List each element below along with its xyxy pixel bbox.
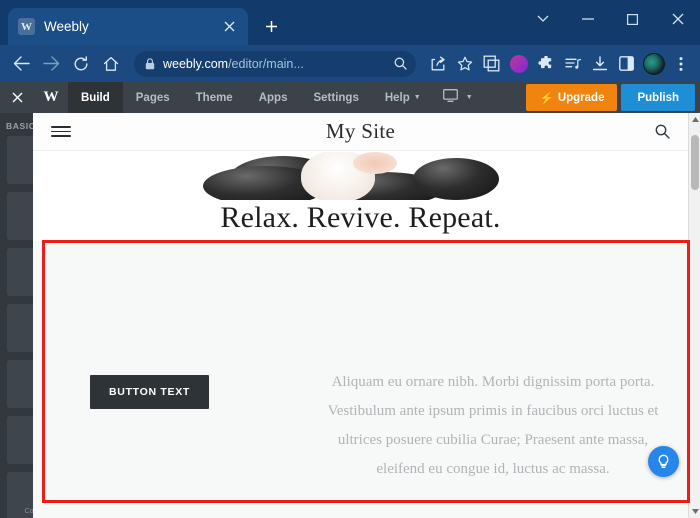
upgrade-button[interactable]: ⚡ Upgrade [526,84,618,111]
browser-assistant-icon[interactable] [505,49,532,79]
button-text-button[interactable]: BUTTON TEXT [90,375,210,409]
publish-label: Publish [637,91,679,104]
lock-icon [145,57,155,70]
chevron-down-icon: ▼ [413,94,421,101]
search-icon[interactable] [388,52,412,76]
weebly-logo-icon[interactable]: W [34,82,68,113]
sidebar-section-label: BASIC [6,121,33,131]
publish-button[interactable]: Publish [621,84,695,111]
minimize-button[interactable] [565,0,610,38]
address-bar[interactable]: weebly.com/editor/main... [134,50,416,77]
editor-tab-build[interactable]: Build [68,82,123,113]
device-preview-button[interactable]: ▼ [434,82,482,113]
editor-tab-apps[interactable]: Apps [246,82,301,113]
forward-button[interactable] [36,49,66,79]
body-paragraph[interactable]: Aliquam eu ornare nibh. Morbi dignissim … [318,368,668,484]
site-header: My Site [33,113,688,151]
sidebar-element-tile[interactable] [7,360,33,408]
editor-tab-settings[interactable]: Settings [300,82,371,113]
browser-toolbar: weebly.com/editor/main... [0,45,700,82]
maximize-button[interactable] [610,0,655,38]
browser-window: W Weebly weebly.com/editor/main... W Bui… [0,0,700,518]
scrollbar-thumb[interactable] [691,135,699,190]
bolt-icon: ⚡ [539,92,554,105]
sidebar-element-tile[interactable] [7,248,33,296]
back-button[interactable] [6,49,36,79]
profile-avatar-icon[interactable] [640,49,667,79]
home-button[interactable] [96,49,126,79]
site-preview-canvas[interactable]: My Site Relax. Revive. Repeat. BUTTON TE… [33,113,688,518]
chevron-down-icon: ▼ [465,94,473,101]
new-tab-button[interactable] [256,11,286,41]
tab-close-icon[interactable] [220,18,238,36]
sidebar-element-tile[interactable]: Co [7,472,33,518]
reading-list-icon[interactable] [559,49,586,79]
content-section: BUTTON TEXT Aliquam eu ornare nibh. Morb… [33,241,688,518]
sidebar-element-tile[interactable] [7,416,33,464]
caret-up-icon[interactable] [689,113,700,126]
editor-tab-apps-label: Apps [258,91,288,104]
url-host: weebly.com [163,56,229,71]
sidebar-element-tile[interactable] [7,304,33,352]
editor-tab-help-label: Help [384,91,410,104]
browser-tab-strip: W Weebly [0,0,700,45]
hamburger-menu-icon[interactable] [51,126,71,137]
editor-close-icon[interactable] [0,82,34,113]
bookmark-star-icon[interactable] [451,49,478,79]
page-scrollbar[interactable] [688,113,700,518]
page-headline[interactable]: Relax. Revive. Repeat. [33,201,688,235]
screenshot-capture-icon[interactable] [478,49,505,79]
reload-button[interactable] [66,49,96,79]
address-bar-url: weebly.com/editor/main... [163,57,380,71]
url-path: /editor/main... [228,56,304,71]
sidebar-element-tile[interactable] [7,192,33,240]
editor-tab-pages-label: Pages [135,91,170,104]
editor-body: BASIC Co My Site Relax. Revive. Repeat. … [0,113,700,518]
editor-tab-build-label: Build [81,91,110,104]
editor-tab-theme[interactable]: Theme [183,82,246,113]
share-icon[interactable] [424,49,451,79]
window-controls [520,0,700,38]
close-window-button[interactable] [655,0,700,38]
sidebar-element-tile[interactable] [7,136,33,184]
extensions-puzzle-icon[interactable] [532,49,559,79]
caret-down-icon[interactable] [689,505,700,518]
editor-tab-settings-label: Settings [313,91,359,104]
search-icon[interactable] [650,124,670,139]
elements-sidebar[interactable]: BASIC Co [0,113,33,518]
lightbulb-icon[interactable] [648,446,679,477]
editor-tab-theme-label: Theme [195,91,233,104]
editor-tab-pages[interactable]: Pages [123,82,183,113]
hero-image [33,152,688,200]
browser-menu-icon[interactable] [667,49,694,79]
downloads-icon[interactable] [586,49,613,79]
tab-title: Weebly [44,19,89,34]
weebly-favicon-icon: W [18,18,35,35]
sidebar-tile-label: Co [24,508,33,515]
side-panel-icon[interactable] [613,49,640,79]
avatar [642,52,665,75]
tab-search-button[interactable] [520,0,565,38]
editor-tab-help[interactable]: Help ▼ [372,82,434,113]
upgrade-label: Upgrade [557,91,605,104]
browser-tab-weebly[interactable]: W Weebly [8,8,248,45]
site-title[interactable]: My Site [71,119,650,144]
weebly-editor-navbar: W Build Pages Theme Apps Settings Help ▼… [0,82,700,113]
monitor-icon [442,88,458,107]
